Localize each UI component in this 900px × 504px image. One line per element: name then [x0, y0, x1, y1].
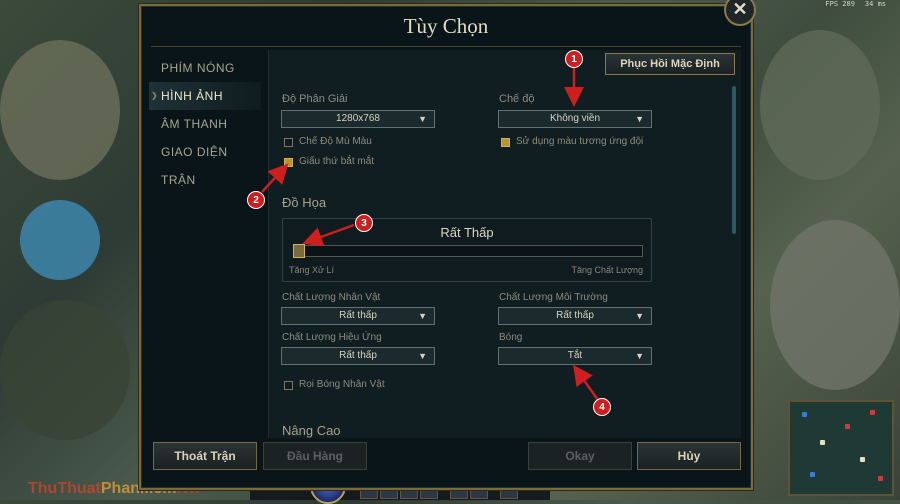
annotation-marker-3: 3: [355, 214, 373, 232]
annotation-marker-4: 4: [593, 398, 611, 416]
annotation-arrow-3: [302, 223, 355, 247]
annotation-arrows: [261, 66, 600, 401]
annotation-arrow-2: [261, 163, 289, 193]
annotation-arrow-4: [573, 364, 600, 401]
annotation-marker-1: 1: [565, 50, 583, 68]
annotation-marker-2: 2: [247, 191, 265, 209]
